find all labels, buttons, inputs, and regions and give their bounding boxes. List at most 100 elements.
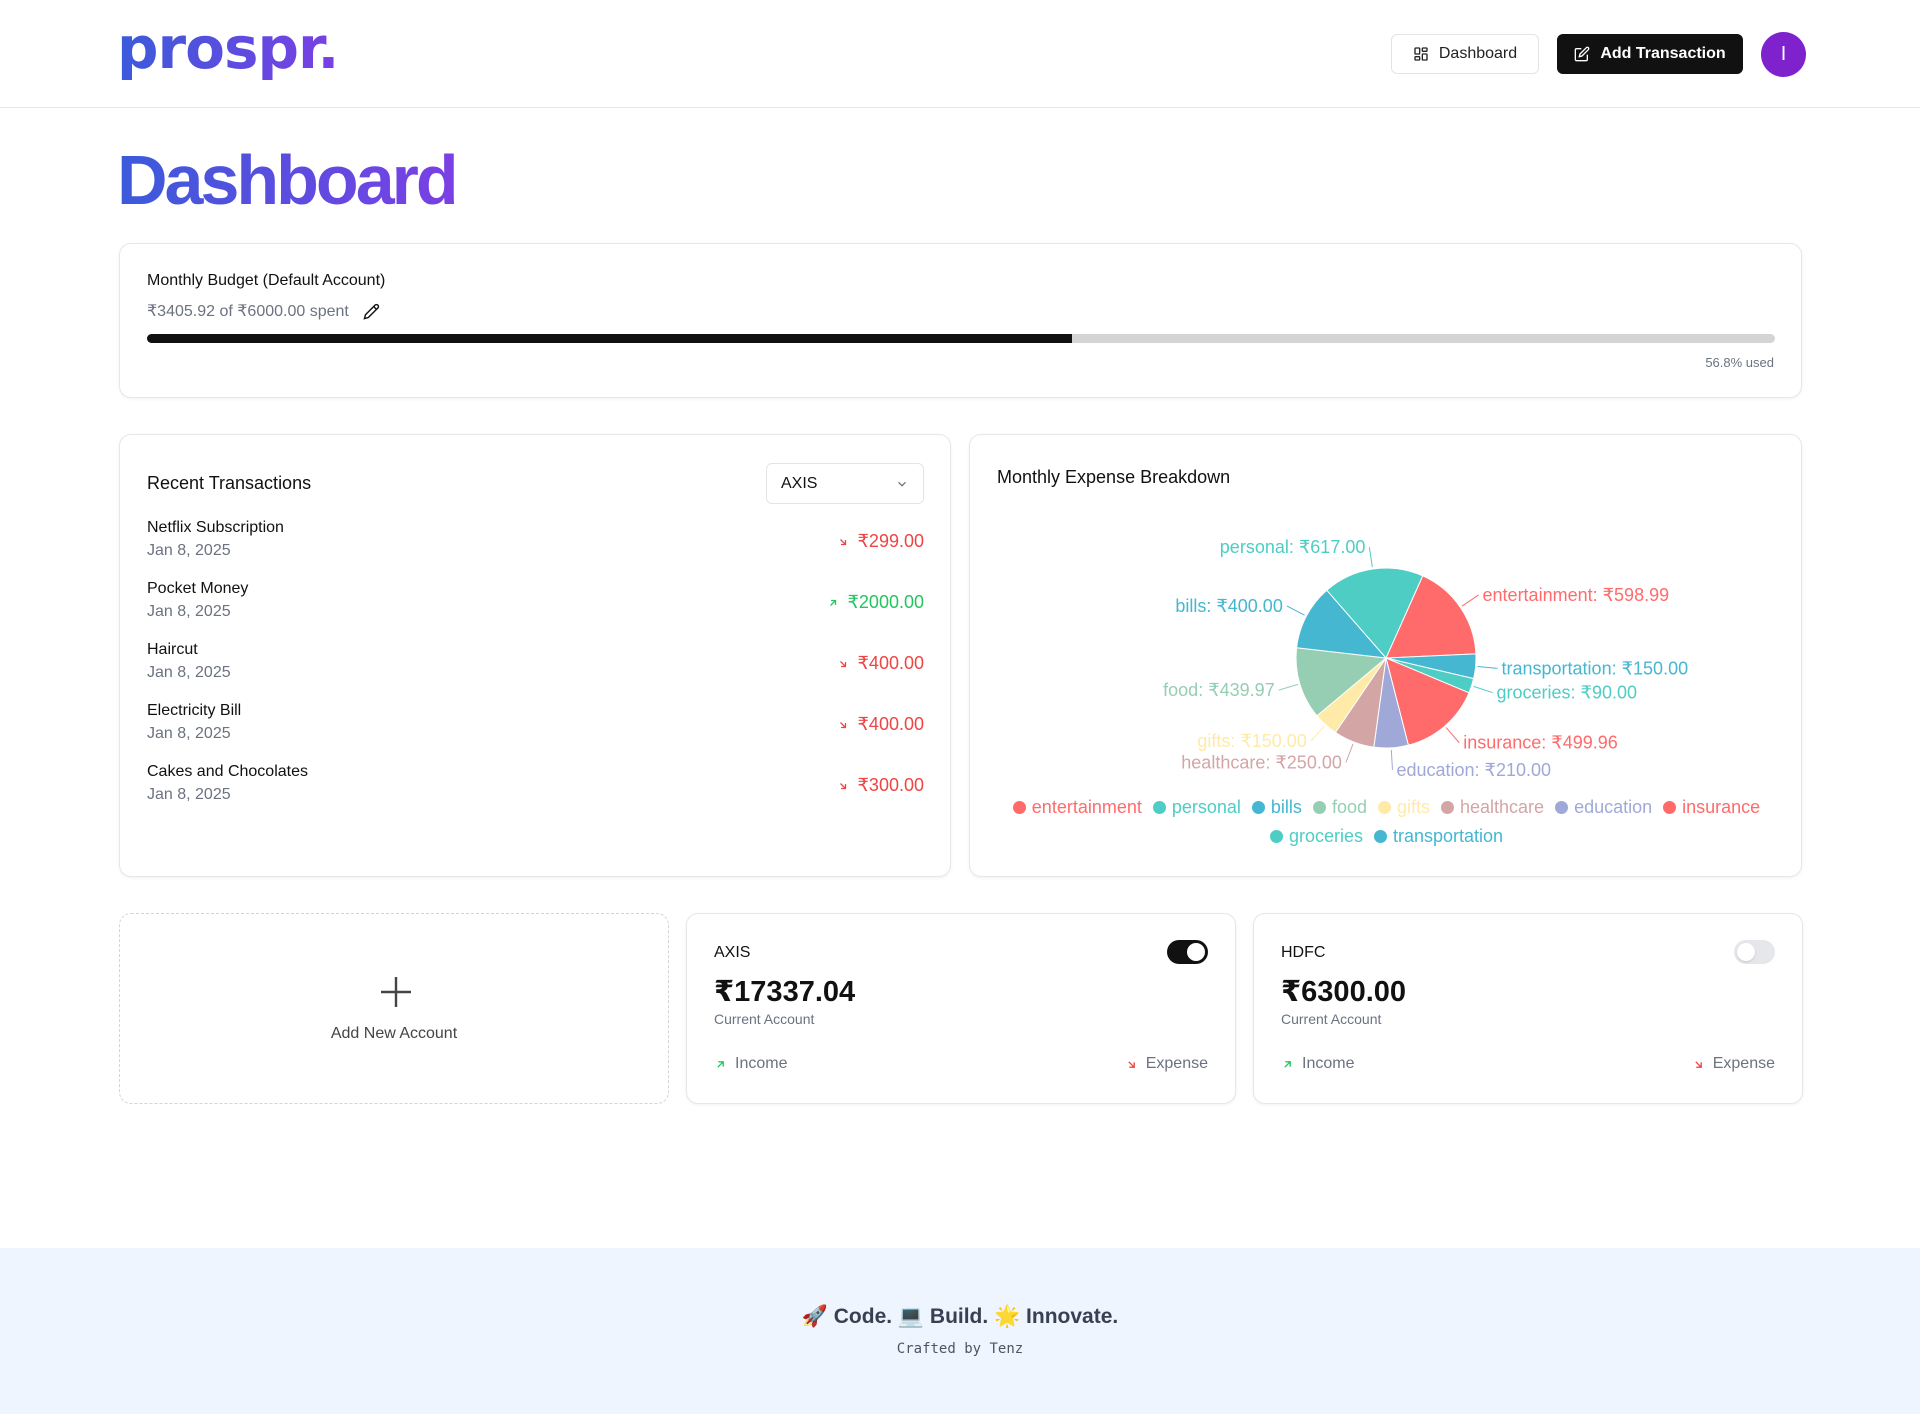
transaction-name: Haircut	[147, 641, 198, 658]
toggle-knob	[1737, 943, 1755, 961]
legend-item-bills[interactable]: bills	[1251, 797, 1302, 818]
legend-item-gifts[interactable]: gifts	[1377, 797, 1430, 818]
account-select[interactable]: AXIS	[766, 463, 924, 504]
legend-dot	[1373, 830, 1387, 843]
account-card-hdfc[interactable]: HDFC ₹6300.00 Current Account Income Exp…	[1253, 913, 1803, 1104]
pie-label-line	[1368, 547, 1373, 568]
budget-used-text: 56.8% used	[1705, 355, 1774, 370]
account-type: Current Account	[714, 1011, 815, 1027]
transaction-row[interactable]: Haircut Jan 8, 2025 ₹400.00	[147, 641, 924, 702]
pie-label-transportation: transportation: ₹150.00	[1502, 658, 1689, 678]
arrow-up-right-icon	[717, 1060, 724, 1068]
footer: 🚀 Code. 💻 Build. 🌟 Innovate. Crafted by …	[0, 1248, 1920, 1414]
transaction-amount-value: ₹400.00	[857, 714, 924, 734]
layout-dashboard-icon	[1414, 47, 1428, 61]
pie-label-entertainment: entertainment: ₹598.99	[1483, 585, 1670, 605]
logo[interactable]: prospr.	[117, 14, 339, 82]
arrow-down-right-icon	[1695, 1060, 1702, 1068]
legend-label: personal	[1171, 797, 1241, 817]
legend-label: insurance	[1682, 797, 1761, 817]
legend-item-entertainment[interactable]: entertainment	[1012, 797, 1142, 818]
legend-item-insurance[interactable]: insurance	[1663, 797, 1760, 818]
transaction-row[interactable]: Pocket Money Jan 8, 2025 ₹2000.00	[147, 580, 924, 641]
account-card-axis[interactable]: AXIS ₹17337.04 Current Account Income Ex…	[686, 913, 1236, 1104]
pencil-icon[interactable]	[363, 303, 380, 320]
plus-icon	[378, 974, 414, 1017]
add-transaction-button[interactable]: Add Transaction	[1557, 34, 1743, 74]
arrow-down-right-icon	[840, 782, 847, 789]
transaction-name: Electricity Bill	[147, 702, 242, 719]
legend-item-food[interactable]: food	[1312, 797, 1367, 818]
budget-progress-fill	[147, 334, 1072, 343]
legend-label: education	[1574, 797, 1653, 817]
pie-label-line	[1477, 666, 1498, 669]
legend-label: bills	[1270, 797, 1302, 817]
transaction-name: Cakes and Chocolates	[147, 763, 308, 780]
chevron-down-icon	[898, 481, 906, 487]
legend-dot	[1441, 801, 1454, 814]
income-indicator: Income	[714, 1055, 787, 1073]
legend-label: transportation	[1392, 826, 1504, 846]
budget-card: Monthly Budget (Default Account) ₹3405.9…	[119, 243, 1802, 398]
account-type: Current Account	[1281, 1011, 1382, 1027]
transaction-row[interactable]: Cakes and Chocolates Jan 8, 2025 ₹300.00	[147, 763, 924, 824]
legend-item-transportation[interactable]: transportation	[1373, 826, 1504, 847]
pie-label-groceries: groceries: ₹90.00	[1497, 683, 1638, 703]
transaction-date: Jan 8, 2025	[147, 786, 231, 803]
transaction-amount: ₹299.00	[837, 531, 924, 552]
legend-dot	[1377, 801, 1391, 814]
transaction-amount: ₹300.00	[837, 775, 924, 796]
expense-breakdown-card: Monthly Expense Breakdown entertainment:…	[969, 434, 1802, 877]
top-navbar: prospr. Dashboard Add Transaction I	[0, 0, 1920, 108]
dashboard-button[interactable]: Dashboard	[1391, 34, 1539, 74]
expense-indicator: Expense	[1692, 1055, 1775, 1073]
legend-item-education[interactable]: education	[1555, 797, 1652, 818]
income-label: Income	[1302, 1055, 1355, 1072]
legend-dot	[1152, 801, 1166, 814]
account-balance: ₹17337.04	[714, 976, 856, 1008]
page-title: Dashboard	[117, 141, 459, 219]
arrow-down-right-icon	[840, 721, 847, 728]
budget-spent-row: ₹3405.92 of ₹6000.00 spent	[147, 301, 380, 321]
legend-dot	[1269, 830, 1283, 843]
pie-label-line	[1310, 725, 1325, 742]
expense-indicator: Expense	[1125, 1055, 1208, 1073]
budget-progress-bar	[147, 334, 1775, 343]
arrow-down-right-icon	[840, 660, 847, 667]
dashboard-button-label: Dashboard	[1438, 45, 1518, 62]
account-select-value: AXIS	[781, 474, 818, 492]
legend-label: healthcare	[1460, 797, 1545, 817]
pie-label-line	[1390, 749, 1393, 770]
user-avatar[interactable]: I	[1761, 32, 1806, 77]
footer-credit: Crafted by Tenz	[896, 1341, 1024, 1357]
legend-label: groceries	[1288, 826, 1363, 846]
transaction-amount: ₹400.00	[837, 714, 924, 735]
transaction-amount-value: ₹300.00	[857, 775, 924, 795]
add-transaction-label: Add Transaction	[1600, 45, 1726, 62]
transaction-row[interactable]: Netflix Subscription Jan 8, 2025 ₹299.00	[147, 519, 924, 580]
legend-item-groceries[interactable]: groceries	[1269, 826, 1363, 847]
transaction-date: Jan 8, 2025	[147, 725, 231, 742]
budget-title: Monthly Budget (Default Account)	[147, 272, 386, 289]
transaction-amount-value: ₹400.00	[857, 653, 924, 673]
toggle-knob	[1187, 943, 1205, 961]
legend-item-personal[interactable]: personal	[1152, 797, 1241, 818]
expense-label: Expense	[1712, 1055, 1775, 1072]
arrow-down-right-icon	[1128, 1060, 1135, 1068]
transaction-row[interactable]: Electricity Bill Jan 8, 2025 ₹400.00	[147, 702, 924, 763]
pie-label-education: education: ₹210.00	[1396, 760, 1551, 780]
transaction-name: Netflix Subscription	[147, 519, 284, 536]
pie-label-line	[1473, 685, 1493, 694]
transaction-date: Jan 8, 2025	[147, 542, 231, 559]
legend-label: gifts	[1396, 797, 1430, 817]
account-name: HDFC	[1281, 944, 1326, 961]
default-account-toggle[interactable]	[1734, 940, 1775, 964]
transaction-date: Jan 8, 2025	[147, 603, 231, 620]
legend-label: entertainment	[1031, 797, 1142, 817]
account-balance: ₹6300.00	[1281, 976, 1407, 1008]
income-indicator: Income	[1281, 1055, 1354, 1073]
legend-item-healthcare[interactable]: healthcare	[1441, 797, 1544, 818]
default-account-toggle[interactable]	[1167, 940, 1208, 964]
add-account-card[interactable]: Add New Account	[119, 913, 669, 1104]
chart-legend: entertainment personal bills food gifts healt…	[970, 797, 1803, 847]
